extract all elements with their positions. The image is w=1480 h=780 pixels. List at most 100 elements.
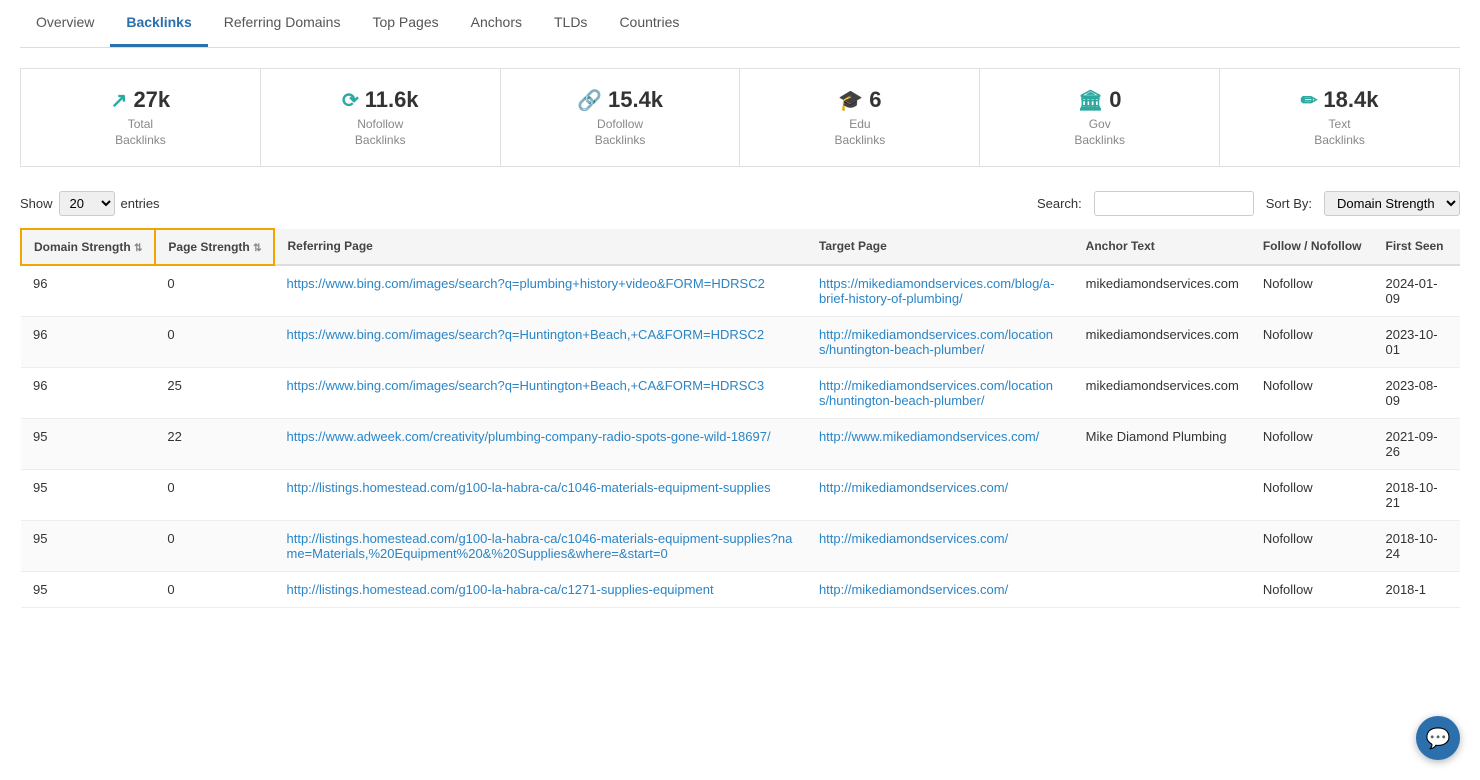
referring-page-cell[interactable]: http://listings.homestead.com/g100-la-ha… (274, 521, 806, 572)
referring-page-cell[interactable]: http://listings.homestead.com/g100-la-ha… (274, 470, 806, 521)
stat-icon: ↗ (111, 88, 128, 113)
col-header-domain-strength[interactable]: Domain Strength ⇅ (21, 229, 155, 265)
table-link[interactable]: http://mikediamondservices.com/locations… (819, 327, 1053, 357)
domain-strength-cell: 95 (21, 572, 155, 608)
follow-cell: Nofollow (1251, 470, 1374, 521)
anchor-text-cell: mikediamondservices.com (1074, 265, 1251, 317)
target-page-cell[interactable]: http://www.mikediamondservices.com/ (807, 419, 1074, 470)
table-link[interactable]: http://mikediamondservices.com/ (819, 531, 1008, 546)
stat-label: TotalBacklinks (41, 117, 240, 148)
sort-select[interactable]: Domain StrengthPage StrengthFirst Seen (1324, 191, 1460, 216)
table-link[interactable]: https://www.adweek.com/creativity/plumbi… (286, 429, 770, 444)
stat-label: DofollowBacklinks (521, 117, 720, 148)
target-page-cell[interactable]: http://mikediamondservices.com/locations… (807, 368, 1074, 419)
stats-row: ↗ 27k TotalBacklinks ⟳ 11.6k NofollowBac… (20, 68, 1460, 167)
table-link[interactable]: https://www.bing.com/images/search?q=plu… (286, 276, 764, 291)
domain-strength-cell: 96 (21, 317, 155, 368)
target-page-cell[interactable]: http://mikediamondservices.com/ (807, 521, 1074, 572)
stat-icon: 🏛 (1078, 88, 1103, 113)
target-page-cell[interactable]: http://mikediamondservices.com/locations… (807, 317, 1074, 368)
first-seen-cell: 2018-10-24 (1373, 521, 1460, 572)
stat-value: ⟳ 11.6k (281, 87, 480, 113)
stat-card-4: 🏛 0 GovBacklinks (980, 69, 1220, 166)
table-link[interactable]: https://www.bing.com/images/search?q=Hun… (286, 327, 764, 342)
tab-backlinks[interactable]: Backlinks (110, 0, 207, 47)
table-link[interactable]: https://www.bing.com/images/search?q=Hun… (286, 378, 764, 393)
follow-cell: Nofollow (1251, 368, 1374, 419)
stat-icon: ⟳ (342, 88, 359, 113)
entries-select[interactable]: 20 50 100 (59, 191, 115, 216)
referring-page-cell[interactable]: http://listings.homestead.com/g100-la-ha… (274, 572, 806, 608)
stat-card-2: 🔗 15.4k DofollowBacklinks (501, 69, 741, 166)
table-row: 960 https://www.bing.com/images/search?q=… (21, 317, 1460, 368)
target-page-cell[interactable]: https://mikediamondservices.com/blog/a-b… (807, 265, 1074, 317)
page-strength-cell: 0 (155, 265, 274, 317)
stat-value: 🔗 15.4k (521, 87, 720, 113)
page-strength-cell: 0 (155, 317, 274, 368)
page-strength-cell: 22 (155, 419, 274, 470)
domain-strength-cell: 95 (21, 521, 155, 572)
follow-cell: Nofollow (1251, 521, 1374, 572)
backlinks-table: Domain Strength ⇅Page Strength ⇅Referrin… (20, 228, 1460, 608)
page-strength-cell: 0 (155, 572, 274, 608)
follow-cell: Nofollow (1251, 419, 1374, 470)
target-page-cell[interactable]: http://mikediamondservices.com/ (807, 572, 1074, 608)
anchor-text-cell (1074, 470, 1251, 521)
tab-tlds[interactable]: TLDs (538, 0, 603, 47)
follow-cell: Nofollow (1251, 572, 1374, 608)
target-page-cell[interactable]: http://mikediamondservices.com/ (807, 470, 1074, 521)
table-row: 960 https://www.bing.com/images/search?q=… (21, 265, 1460, 317)
chat-bubble[interactable]: 💬 (1416, 716, 1460, 760)
tab-anchors[interactable]: Anchors (455, 0, 538, 47)
stat-value: 🏛 0 (1000, 87, 1199, 113)
referring-page-cell[interactable]: https://www.adweek.com/creativity/plumbi… (274, 419, 806, 470)
stat-label: TextBacklinks (1240, 117, 1439, 148)
stat-card-0: ↗ 27k TotalBacklinks (21, 69, 261, 166)
table-link[interactable]: http://www.mikediamondservices.com/ (819, 429, 1039, 444)
col-header-first-seen: First Seen (1373, 229, 1460, 265)
stat-value: 🎓 6 (760, 87, 959, 113)
sort-icon: ⇅ (253, 243, 261, 254)
tab-countries[interactable]: Countries (603, 0, 695, 47)
stat-value: ✏ 18.4k (1240, 87, 1439, 113)
anchor-text-cell: Mike Diamond Plumbing (1074, 419, 1251, 470)
search-label: Search: (1037, 196, 1082, 211)
first-seen-cell: 2023-10-01 (1373, 317, 1460, 368)
domain-strength-cell: 95 (21, 419, 155, 470)
referring-page-cell[interactable]: https://www.bing.com/images/search?q=plu… (274, 265, 806, 317)
follow-cell: Nofollow (1251, 317, 1374, 368)
table-row: 9522 https://www.adweek.com/creativity/pl… (21, 419, 1460, 470)
sort-label: Sort By: (1266, 196, 1312, 211)
table-link[interactable]: http://mikediamondservices.com/locations… (819, 378, 1053, 408)
domain-strength-cell: 96 (21, 265, 155, 317)
tab-top-pages[interactable]: Top Pages (356, 0, 454, 47)
controls-row: Show 20 50 100 entries Search: Sort By: … (20, 191, 1460, 216)
tab-referring-domains[interactable]: Referring Domains (208, 0, 357, 47)
first-seen-cell: 2021-09-26 (1373, 419, 1460, 470)
table-link[interactable]: http://mikediamondservices.com/ (819, 582, 1008, 597)
table-link[interactable]: http://listings.homestead.com/g100-la-ha… (286, 582, 713, 597)
show-label: Show (20, 196, 53, 211)
table-link[interactable]: http://listings.homestead.com/g100-la-ha… (286, 531, 792, 561)
backlinks-table-wrapper: Domain Strength ⇅Page Strength ⇅Referrin… (20, 228, 1460, 608)
referring-page-cell[interactable]: https://www.bing.com/images/search?q=Hun… (274, 317, 806, 368)
search-input[interactable] (1094, 191, 1254, 216)
referring-page-cell[interactable]: https://www.bing.com/images/search?q=Hun… (274, 368, 806, 419)
table-row: 950 http://listings.homestead.com/g100-la… (21, 572, 1460, 608)
stat-icon: 🎓 (838, 88, 863, 113)
table-row: 950 http://listings.homestead.com/g100-la… (21, 470, 1460, 521)
domain-strength-cell: 95 (21, 470, 155, 521)
tab-overview[interactable]: Overview (20, 0, 110, 47)
domain-strength-cell: 96 (21, 368, 155, 419)
table-link[interactable]: http://mikediamondservices.com/ (819, 480, 1008, 495)
page-strength-cell: 0 (155, 470, 274, 521)
col-header-follow-nofollow: Follow / Nofollow (1251, 229, 1374, 265)
table-link[interactable]: http://listings.homestead.com/g100-la-ha… (286, 480, 770, 495)
sort-icon: ⇅ (134, 243, 142, 254)
first-seen-cell: 2018-10-21 (1373, 470, 1460, 521)
first-seen-cell: 2024-01-09 (1373, 265, 1460, 317)
page-strength-cell: 0 (155, 521, 274, 572)
col-header-page-strength[interactable]: Page Strength ⇅ (155, 229, 274, 265)
table-link[interactable]: https://mikediamondservices.com/blog/a-b… (819, 276, 1055, 306)
col-header-target-page: Target Page (807, 229, 1074, 265)
